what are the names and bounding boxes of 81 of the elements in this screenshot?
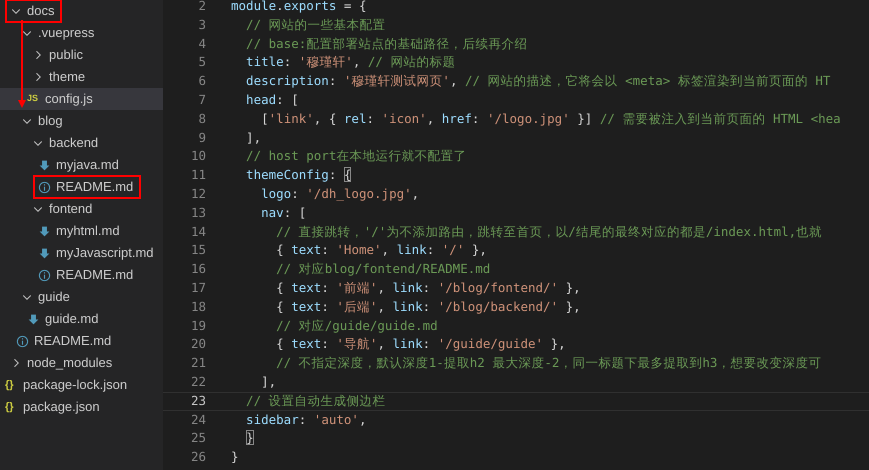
braces-icon: {} (5, 376, 18, 394)
code-line: // 不指定深度，默认深度1-提取h2 最大深度-2，同一标题下最多提取到h3，想要改变深度可 (275, 354, 822, 372)
code-line: themeConfig: { (245, 166, 352, 184)
line-number: 12 (190, 184, 206, 203)
code-line: sidebar: 'auto', (245, 410, 366, 429)
info-icon (38, 180, 51, 194)
line-number: 22 (190, 372, 206, 391)
file-item[interactable]: README.md (0, 176, 163, 198)
line-number: 13 (190, 204, 206, 222)
code-line: // 网站的一些基本配置 (245, 16, 386, 34)
line-number: 15 (190, 241, 206, 260)
line-number: 25 (190, 429, 206, 448)
folder-item[interactable]: guide (0, 286, 163, 308)
line-number: 21 (190, 354, 206, 372)
down-arrow-icon (38, 224, 51, 238)
folder-item[interactable]: docs (0, 0, 163, 22)
line-number: 23 (190, 392, 206, 410)
folder-item[interactable]: public (0, 44, 163, 66)
code-line: // host port在本地运行就不配置了 (245, 147, 466, 166)
line-number: 18 (190, 298, 206, 316)
line-number: 11 (190, 166, 206, 184)
folder-item[interactable]: theme (0, 66, 163, 88)
folder-item[interactable]: blog (0, 110, 163, 132)
down-arrow-icon (38, 246, 51, 260)
code-line: { text: '前端', link: '/blog/fontend/' }, (275, 278, 581, 297)
line-number: 16 (190, 260, 206, 278)
line-number: 8 (197, 110, 206, 128)
file-item[interactable]: myjava.md (0, 154, 163, 176)
code-line: { text: 'Home', link: '/' }, (275, 241, 487, 260)
info-icon (38, 268, 51, 282)
line-number: 4 (197, 34, 206, 53)
code-line: ['link', { rel: 'icon', href: '/logo.jpg' }] // 需要被注入到当前页面的 HTML <hea (260, 110, 841, 128)
line-number: 20 (190, 335, 206, 354)
info-icon (16, 334, 29, 348)
file-item[interactable]: README.md (0, 330, 163, 352)
line-number: 3 (197, 16, 206, 34)
line-number: 7 (197, 91, 206, 109)
code-line: head: [ (245, 91, 299, 109)
file-item[interactable]: README.md (0, 264, 163, 286)
code-line: // 对应blog/fontend/README.md (275, 260, 490, 278)
code-line: } (245, 429, 254, 448)
line-number: 14 (190, 222, 206, 241)
annotation-box: README.md (35, 177, 140, 197)
line-number: 10 (190, 147, 206, 166)
line-number: 9 (197, 128, 206, 147)
down-arrow-icon (27, 312, 40, 326)
file-item[interactable]: myJavascript.md (0, 242, 163, 264)
down-arrow-icon (38, 158, 51, 172)
line-number: 5 (197, 53, 206, 72)
line-number: 17 (190, 278, 206, 297)
line-number: 6 (197, 72, 206, 90)
line-number: 24 (190, 410, 206, 429)
line-number: 2 (197, 0, 206, 16)
js-file-icon: JS (27, 92, 40, 106)
folder-item[interactable]: node_modules (0, 352, 163, 374)
line-number: 26 (190, 448, 206, 466)
code-line: description: '穆瑾轩测试网页', // 网站的描述，它将会以 <meta> 标签渲染到当前页面的 HT (245, 72, 830, 90)
folder-item[interactable]: fontend (0, 198, 163, 220)
file-item[interactable]: JS config.js (0, 88, 163, 110)
file-item[interactable]: myhtml.md (0, 220, 163, 242)
code-line: logo: '/dh_logo.jpg', (260, 184, 420, 203)
code-line: ], (245, 128, 262, 147)
code-line: { text: '后端', link: '/blog/backend/' }, (275, 298, 581, 316)
file-item[interactable]: {} package.json (0, 396, 163, 418)
file-item[interactable]: {} package-lock.json (0, 374, 163, 396)
annotation-box: docs (7, 1, 60, 21)
code-line: module.exports = { (231, 0, 366, 16)
folder-item[interactable]: backend (0, 132, 163, 154)
file-item[interactable]: guide.md (0, 308, 163, 330)
code-line: // 对应/guide/guide.md (275, 316, 438, 335)
code-line: // 直接跳转，'/'为不添加路由，跳转至首页，以/结尾的最终对应的都是/index.html,也就 (275, 222, 822, 241)
code-line: { text: '导航', link: '/guide/guide' }, (275, 335, 566, 354)
line-number: 19 (190, 316, 206, 335)
code-line: } (231, 448, 239, 466)
code-line: title: '穆瑾轩', // 网站的标题 (245, 53, 456, 72)
folder-item[interactable]: .vuepress (0, 22, 163, 44)
code-line: nav: [ (260, 204, 306, 222)
braces-icon: {} (5, 398, 18, 416)
code-line: // 设置自动生成侧边栏 (245, 392, 386, 410)
code-line: // base:配置部署站点的基础路径，后续再介绍 (245, 34, 528, 53)
code-line: ], (260, 372, 276, 391)
